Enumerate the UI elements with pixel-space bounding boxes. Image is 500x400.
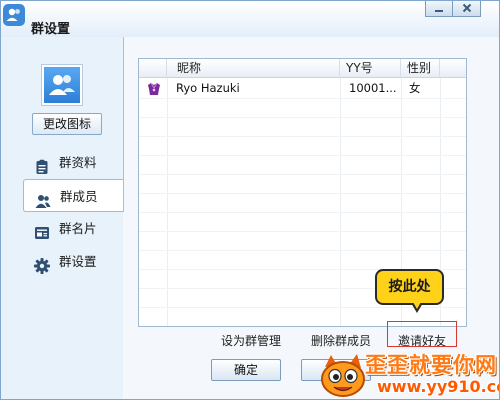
column-header-gender[interactable]: 性别 (401, 59, 440, 78)
group-settings-window: 群设置 更改图标 群资料 群成员 群名片 群设置 昵称 YY号 性别 Ryo H… (0, 0, 500, 400)
member-nickname: Ryo Hazuki (176, 81, 240, 95)
group-logo-icon (3, 4, 25, 26)
minimize-icon (434, 2, 444, 16)
gear-icon (34, 253, 50, 274)
row-divider (139, 250, 466, 251)
row-divider (139, 193, 466, 194)
sidebar-item-members[interactable]: 群成员 (23, 179, 124, 212)
vip-user-icon (142, 79, 163, 98)
row-divider (139, 155, 466, 156)
site-watermark: 歪歪就要你网 www.yy910.com (319, 347, 499, 399)
column-header-nickname[interactable]: 昵称 (167, 59, 340, 78)
member-gender: 女 (409, 81, 421, 95)
minimize-button[interactable] (425, 1, 453, 17)
invite-highlight-box (387, 321, 457, 347)
sidebar-item-label: 群资料 (59, 155, 97, 170)
ok-button[interactable]: 确定 (211, 359, 281, 381)
sidebar-item-group-settings[interactable]: 群设置 (23, 245, 124, 278)
row-divider (139, 174, 466, 175)
window-title: 群设置 (31, 22, 71, 37)
sidebar-item-label: 群设置 (59, 254, 97, 269)
title-bar[interactable]: 群设置 (1, 1, 499, 37)
sidebar-item-label: 群成员 (60, 189, 98, 204)
click-here-tooltip: 按此处 (375, 269, 444, 305)
group-avatar-icon (44, 67, 80, 103)
watermark-url: www.yy910.com (377, 377, 499, 396)
close-icon (462, 2, 472, 16)
clipboard-icon (34, 154, 50, 174)
tooltip-pointer-fill (413, 302, 421, 309)
table-header: 昵称 YY号 性别 (139, 59, 466, 78)
row-divider (139, 212, 466, 213)
close-button[interactable] (453, 1, 481, 17)
mascot-icon (319, 353, 367, 399)
row-divider (139, 117, 466, 118)
column-header-yy[interactable]: YY号 (340, 59, 401, 78)
card-icon (34, 220, 50, 239)
change-icon-button[interactable]: 更改图标 (32, 113, 102, 135)
column-header-icon (139, 59, 167, 78)
group-avatar (41, 64, 83, 106)
sidebar-nav: 群资料 群成员 群名片 群设置 (23, 146, 124, 278)
row-divider (139, 136, 466, 137)
set-admin-link[interactable]: 设为群管理 (221, 332, 281, 349)
sidebar-item-group-info[interactable]: 群资料 (23, 146, 124, 179)
sidebar-item-label: 群名片 (59, 221, 97, 236)
row-divider (139, 231, 466, 232)
panel-divider (123, 37, 124, 212)
watermark-title: 歪歪就要你网 (365, 353, 497, 377)
window-controls (425, 1, 481, 19)
row-divider (139, 98, 466, 99)
sidebar-item-group-card[interactable]: 群名片 (23, 212, 124, 245)
members-icon (35, 188, 51, 208)
member-yy-number: 10001... (349, 81, 397, 95)
